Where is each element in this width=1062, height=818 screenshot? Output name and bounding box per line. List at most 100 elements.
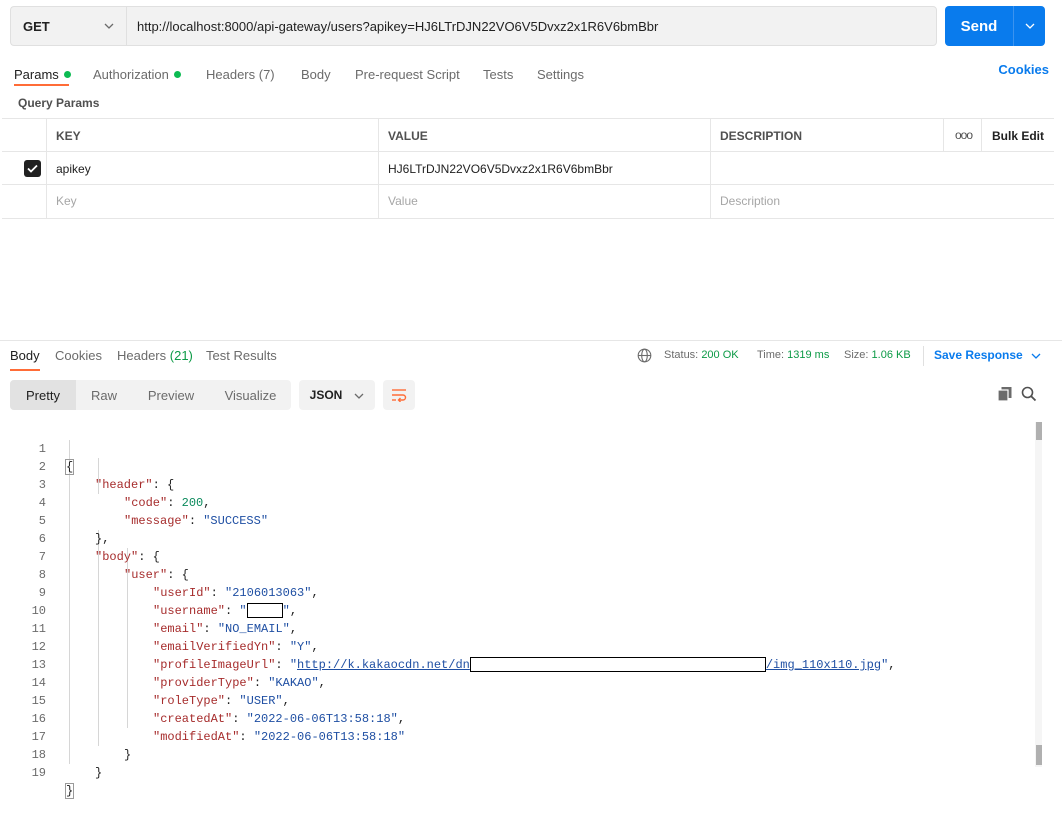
time-label: Time: bbox=[757, 349, 785, 361]
response-tab-headers[interactable]: Headers (21) bbox=[117, 348, 193, 363]
checkmark-icon bbox=[27, 164, 38, 173]
column-header-description: DESCRIPTION bbox=[720, 129, 803, 143]
response-body-editor[interactable]: 1 { 2 "header": { 3 "code": 200, 4 "mess… bbox=[0, 420, 1045, 799]
matched-brace: } bbox=[64, 783, 75, 799]
code-line: 11 "emailVerifiedYn": "Y", bbox=[0, 602, 1030, 654]
size-readout: Size: 1.06 KB bbox=[844, 349, 911, 361]
save-response-label: Save Response bbox=[934, 348, 1023, 362]
status-label: Status: bbox=[664, 349, 699, 361]
search-icon[interactable] bbox=[1021, 386, 1037, 405]
code-line: 14 "roleType": "USER", bbox=[0, 656, 1030, 708]
new-description-input[interactable]: Description bbox=[720, 194, 780, 208]
tab-headers[interactable]: Headers (7) bbox=[206, 62, 275, 86]
table-divider bbox=[2, 184, 1054, 185]
response-active-tab-indicator bbox=[10, 369, 40, 371]
response-tab-test-results[interactable]: Test Results bbox=[206, 348, 277, 363]
time-readout: Time: 1319 ms bbox=[757, 349, 829, 361]
tab-params-label: Params bbox=[14, 66, 59, 82]
code-line: 17 } bbox=[0, 710, 1030, 762]
code-line: 2 "header": { bbox=[0, 440, 1030, 492]
authorization-active-dot-icon bbox=[173, 70, 181, 78]
column-header-key: KEY bbox=[56, 129, 81, 143]
save-response-button[interactable]: Save Response bbox=[934, 348, 1041, 362]
bulk-edit-button[interactable]: Bulk Edit bbox=[992, 129, 1044, 143]
send-label: Send bbox=[960, 17, 998, 35]
format-raw-button[interactable]: Raw bbox=[76, 380, 132, 410]
tab-settings[interactable]: Settings bbox=[537, 62, 584, 86]
editor-scrollbar[interactable] bbox=[1035, 422, 1042, 767]
param-value-cell[interactable]: HJ6LTrDJN22VO6V5Dvxz2x1R6V6bmBbr bbox=[388, 162, 613, 176]
code-line: 1 { bbox=[0, 422, 1030, 475]
url-input[interactable]: http://localhost:8000/api-gateway/users?… bbox=[126, 6, 937, 46]
more-options-icon[interactable]: ooo bbox=[955, 128, 973, 142]
line-number: 19 bbox=[31, 766, 46, 780]
format-preview-button[interactable]: Preview bbox=[132, 380, 210, 410]
tab-tests[interactable]: Tests bbox=[483, 62, 513, 86]
column-divider bbox=[943, 119, 944, 151]
scrollbar-marker bbox=[1036, 422, 1042, 440]
chevron-down-icon bbox=[104, 23, 114, 29]
params-table: KEY VALUE DESCRIPTION ooo Bulk Edit apik… bbox=[2, 118, 1054, 219]
size-label: Size: bbox=[844, 349, 869, 361]
tab-body[interactable]: Body bbox=[301, 62, 331, 86]
tab-params[interactable]: Params bbox=[14, 62, 71, 86]
format-visualize-button[interactable]: Visualize bbox=[210, 380, 291, 410]
column-divider bbox=[710, 119, 711, 218]
chevron-down-icon bbox=[1031, 348, 1041, 362]
globe-icon[interactable] bbox=[637, 348, 652, 366]
table-divider bbox=[2, 218, 1054, 219]
chevron-down-icon bbox=[354, 388, 364, 402]
code-line: 10 "email": "NO_EMAIL", bbox=[0, 584, 1030, 636]
wrap-lines-button[interactable] bbox=[383, 380, 415, 410]
code-line: 6 "body": { bbox=[0, 512, 1030, 564]
wrap-lines-icon bbox=[392, 389, 407, 402]
send-options-chevron-icon[interactable] bbox=[1014, 23, 1045, 29]
query-params-title: Query Params bbox=[18, 96, 100, 110]
table-divider bbox=[2, 151, 1054, 152]
new-value-input[interactable]: Value bbox=[388, 194, 418, 208]
column-divider bbox=[46, 119, 47, 218]
method-select[interactable]: GET bbox=[10, 6, 126, 46]
meta-divider bbox=[923, 346, 924, 366]
code-line: 8 "userId": "2106013063", bbox=[0, 548, 1030, 600]
response-tab-headers-label: Headers bbox=[117, 348, 167, 363]
response-headers-count: (21) bbox=[169, 348, 193, 363]
response-tab-cookies[interactable]: Cookies bbox=[55, 348, 102, 363]
send-button[interactable]: Send bbox=[945, 6, 1045, 46]
code-line: 12 "profileImageUrl": "http://k.kakaocdn… bbox=[0, 620, 1030, 673]
size-value: 1.06 KB bbox=[871, 349, 911, 361]
code-line: 13 "providerType": "KAKAO", bbox=[0, 638, 1030, 690]
column-header-value: VALUE bbox=[388, 129, 428, 143]
code-line: 3 "code": 200, bbox=[0, 458, 1030, 510]
cookies-link[interactable]: Cookies bbox=[998, 62, 1049, 77]
code-line: 5 }, bbox=[0, 494, 1030, 546]
new-key-input[interactable]: Key bbox=[56, 194, 77, 208]
response-divider bbox=[0, 340, 1062, 341]
tab-authorization-label: Authorization bbox=[93, 66, 169, 82]
column-divider bbox=[378, 119, 379, 218]
status-readout: Status: 200 OK bbox=[664, 349, 739, 361]
time-value: 1319 ms bbox=[787, 349, 830, 361]
scrollbar-marker bbox=[1036, 745, 1042, 765]
param-key-cell[interactable]: apikey bbox=[56, 162, 91, 176]
code-line: 16 "modifiedAt": "2022-06-06T13:58:18" bbox=[0, 692, 1030, 744]
format-toggle-group: Pretty Raw Preview Visualize bbox=[10, 380, 291, 410]
param-description-cell[interactable] bbox=[720, 162, 940, 178]
copy-icon[interactable] bbox=[997, 386, 1013, 405]
code-line: 7 "user": { bbox=[0, 530, 1030, 582]
params-active-dot-icon bbox=[63, 70, 71, 78]
param-enabled-checkbox[interactable] bbox=[24, 160, 41, 177]
code-line: 19 } bbox=[0, 746, 1030, 799]
code-line: 9 "username": " ", bbox=[0, 566, 1030, 619]
tab-pre-request-script[interactable]: Pre-request Script bbox=[355, 62, 460, 86]
code-line: 4 "message": "SUCCESS" bbox=[0, 476, 1030, 528]
method-label: GET bbox=[23, 18, 50, 34]
active-tab-indicator bbox=[14, 84, 69, 86]
status-value: 200 OK bbox=[701, 349, 739, 361]
language-label: JSON bbox=[309, 388, 343, 402]
format-pretty-button[interactable]: Pretty bbox=[10, 380, 76, 410]
code-line: 15 "createdAt": "2022-06-06T13:58:18", bbox=[0, 674, 1030, 726]
tab-authorization[interactable]: Authorization bbox=[93, 62, 181, 86]
response-tab-body[interactable]: Body bbox=[10, 348, 40, 363]
language-select[interactable]: JSON bbox=[299, 380, 375, 410]
